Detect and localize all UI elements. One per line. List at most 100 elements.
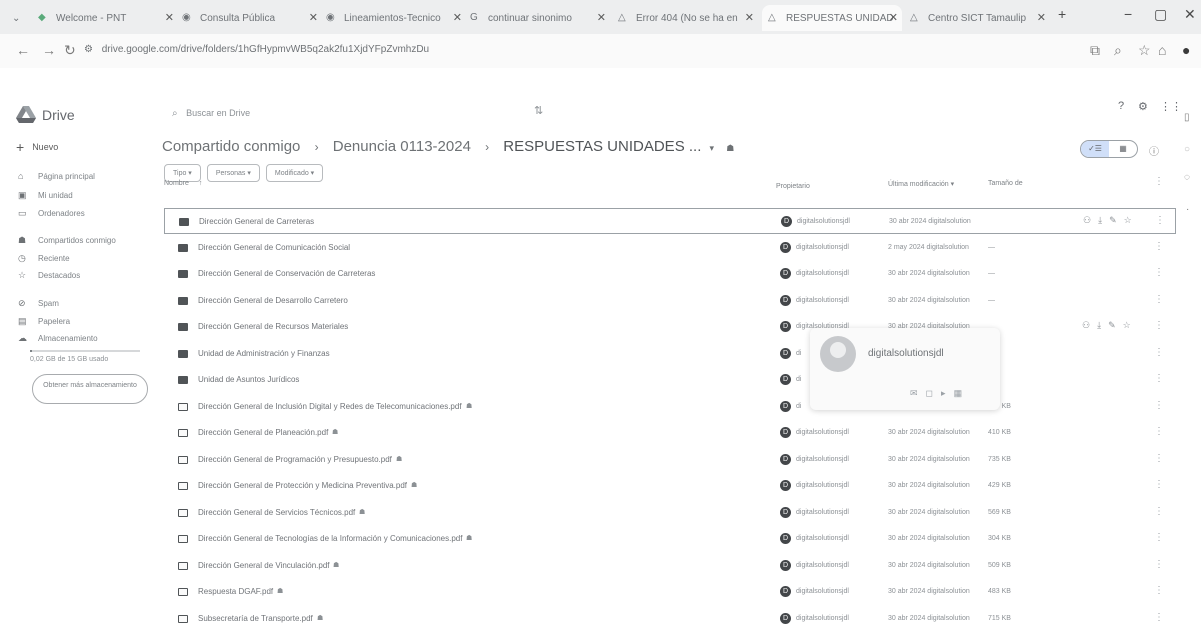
calendar-icon[interactable]: ▯: [1184, 112, 1190, 123]
close-tab-icon[interactable]: ✕: [453, 11, 462, 24]
tasks-icon[interactable]: ◌: [1184, 172, 1190, 183]
close-tab-icon[interactable]: ✕: [1037, 11, 1046, 24]
file-row[interactable]: Dirección General de Recursos Materiales…: [164, 314, 1176, 340]
file-row[interactable]: Dirección General de Planeación.pdf ☗ Ddi…: [164, 420, 1176, 446]
new-tab-icon[interactable]: +: [1058, 6, 1066, 22]
owner-avatar[interactable]: D: [780, 374, 791, 385]
sidebar-item-shared[interactable]: ☗ Compartidos conmigo: [18, 235, 116, 246]
breadcrumb-current[interactable]: RESPUESTAS UNIDADES ...: [503, 138, 701, 155]
more-actions-icon[interactable]: ⋮: [1154, 320, 1164, 331]
sidebar-item-spam[interactable]: ⊘ Spam: [18, 298, 59, 309]
star-icon[interactable]: ☆: [1123, 320, 1138, 330]
rename-icon[interactable]: ✎: [1109, 215, 1124, 225]
owner-avatar[interactable]: D: [780, 612, 791, 624]
browser-tab[interactable]: ◆ Welcome - PNT ✕: [38, 5, 178, 31]
close-tab-icon[interactable]: ✕: [597, 11, 606, 24]
browser-tab[interactable]: ◉ Consulta Pública ✕: [182, 5, 322, 31]
tab-search-button[interactable]: ⌄: [12, 5, 30, 31]
owner-avatar[interactable]: D: [780, 321, 791, 332]
help-icon[interactable]: ?: [1118, 100, 1124, 112]
apps-grid-icon[interactable]: ⋮⋮: [1160, 100, 1182, 113]
browser-tab[interactable]: ◉ Lineamientos-Tecnico ✕: [326, 5, 466, 31]
settings-icon[interactable]: ⚙: [1138, 100, 1148, 113]
column-options-icon[interactable]: ⋮: [1154, 176, 1164, 187]
close-tab-icon[interactable]: ✕: [309, 11, 318, 24]
browser-tab[interactable]: △ Centro SICT Tamaulip ✕: [910, 5, 1050, 31]
file-row[interactable]: Dirección General de Inclusión Digital y…: [164, 394, 1176, 420]
more-actions-icon[interactable]: ⋮: [1154, 559, 1164, 570]
more-actions-icon[interactable]: ⋮: [1154, 426, 1164, 437]
owner-avatar[interactable]: D: [780, 294, 791, 306]
sidebar-item-starred[interactable]: ☆ Destacados: [18, 270, 80, 281]
maximize-icon[interactable]: ▢: [1154, 6, 1167, 23]
owner-avatar[interactable]: D: [780, 586, 791, 597]
file-row[interactable]: Dirección General de Protección y Medici…: [164, 473, 1176, 499]
drive-logo[interactable]: Drive: [16, 106, 75, 124]
filter-people[interactable]: Personas ▾: [206, 164, 260, 182]
new-button[interactable]: + Nuevo: [16, 139, 58, 155]
more-actions-icon[interactable]: ⋮: [1154, 241, 1164, 252]
share-icon[interactable]: ⚇: [1083, 215, 1098, 225]
more-actions-icon[interactable]: ⋮: [1154, 612, 1164, 623]
minimize-icon[interactable]: −: [1124, 6, 1132, 22]
more-actions-icon[interactable]: ⋮: [1154, 532, 1164, 543]
star-icon[interactable]: ☆: [1124, 215, 1139, 225]
file-row[interactable]: Respuesta DGAF.pdf ☗ Ddigitalsolutionsjdl…: [164, 579, 1176, 605]
sort-arrow-icon[interactable]: ↑: [199, 180, 203, 187]
owner-avatar[interactable]: D: [780, 480, 791, 491]
download-icon[interactable]: ⤓: [1098, 215, 1109, 225]
more-actions-icon[interactable]: ⋮: [1154, 400, 1164, 411]
more-actions-icon[interactable]: ⋮: [1154, 294, 1164, 305]
profile-icon[interactable]: ●: [1182, 42, 1190, 58]
list-view-icon[interactable]: ✓☰: [1081, 141, 1109, 157]
sidebar-item-home[interactable]: ⌂ Página principal: [18, 171, 95, 181]
more-actions-icon[interactable]: ⋮: [1154, 347, 1164, 358]
search-options-icon[interactable]: ⇅: [534, 104, 543, 117]
search-icon[interactable]: ⌕: [172, 108, 178, 119]
owner-avatar[interactable]: D: [780, 268, 791, 279]
owner-avatar[interactable]: D: [780, 533, 791, 544]
file-row[interactable]: Unidad de Asuntos Jurídicos Ddi ⋮: [164, 367, 1176, 393]
file-row[interactable]: Unidad de Administración y Finanzas Ddi ⋮: [164, 341, 1176, 367]
more-actions-icon[interactable]: ⋮: [1154, 373, 1164, 384]
filter-modified[interactable]: Modificado ▾: [265, 164, 324, 182]
close-window-icon[interactable]: ✕: [1184, 6, 1196, 23]
sidebar-item-storage[interactable]: ☁ Almacenamiento: [18, 333, 98, 344]
video-icon[interactable]: ▸: [941, 388, 954, 398]
file-row[interactable]: Dirección General de Carreteras Ddigitals…: [164, 208, 1176, 234]
browser-tab-active[interactable]: △ RESPUESTAS UNIDAD ✕: [762, 5, 902, 31]
column-header-owner[interactable]: Propietario: [776, 183, 810, 190]
breadcrumb-item[interactable]: Compartido conmigo: [162, 138, 300, 155]
bookmark-star-icon[interactable]: ☆: [1138, 42, 1151, 59]
chat-icon[interactable]: ◻: [926, 388, 941, 398]
keep-icon[interactable]: ○: [1184, 144, 1190, 155]
search-input[interactable]: ⌕ Buscar en Drive ⇅: [158, 100, 858, 126]
owner-avatar[interactable]: D: [780, 453, 791, 465]
file-row[interactable]: Dirección General de Conservación de Car…: [164, 261, 1176, 287]
mail-icon[interactable]: ✉: [910, 388, 926, 398]
file-row[interactable]: Subsecretaría de Transporte.pdf ☗ Ddigita…: [164, 606, 1176, 632]
column-header-modified[interactable]: Última modificación ▾: [888, 180, 954, 188]
file-row[interactable]: Dirección General de Servicios Técnicos.…: [164, 500, 1176, 526]
column-header-size[interactable]: Tamaño de: [988, 180, 1023, 187]
file-row[interactable]: Dirección General de Tecnologías de la I…: [164, 526, 1176, 552]
sidebar-item-my-drive[interactable]: ▣ Mi unidad: [18, 190, 73, 201]
file-row[interactable]: Dirección General de Programación y Pres…: [164, 447, 1176, 473]
rename-icon[interactable]: ✎: [1108, 320, 1123, 330]
sidebar-item-computers[interactable]: ▭ Ordenadores: [18, 208, 85, 219]
site-info-icon[interactable]: ⚙: [84, 44, 93, 55]
close-tab-icon[interactable]: ✕: [745, 11, 754, 24]
owner-avatar[interactable]: D: [780, 559, 791, 571]
info-icon[interactable]: ⓘ: [1149, 143, 1159, 158]
sidebar-item-recent[interactable]: ◷ Reciente: [18, 253, 70, 264]
file-row[interactable]: Dirección General de Vinculación.pdf ☗ Dd…: [164, 553, 1176, 579]
browser-tab[interactable]: △ Error 404 (No se ha en ✕: [618, 5, 758, 31]
download-icon[interactable]: ⤓: [1097, 320, 1108, 330]
close-tab-icon[interactable]: ✕: [165, 11, 174, 24]
add-on-icon[interactable]: ·: [1186, 204, 1189, 215]
install-app-icon[interactable]: ⧉: [1090, 42, 1100, 59]
forward-arrow-icon[interactable]: →: [42, 42, 56, 58]
calendar-icon[interactable]: ▦: [954, 388, 971, 398]
extensions-icon[interactable]: ⌂: [1158, 42, 1166, 58]
grid-view-icon[interactable]: ▦: [1109, 141, 1137, 157]
